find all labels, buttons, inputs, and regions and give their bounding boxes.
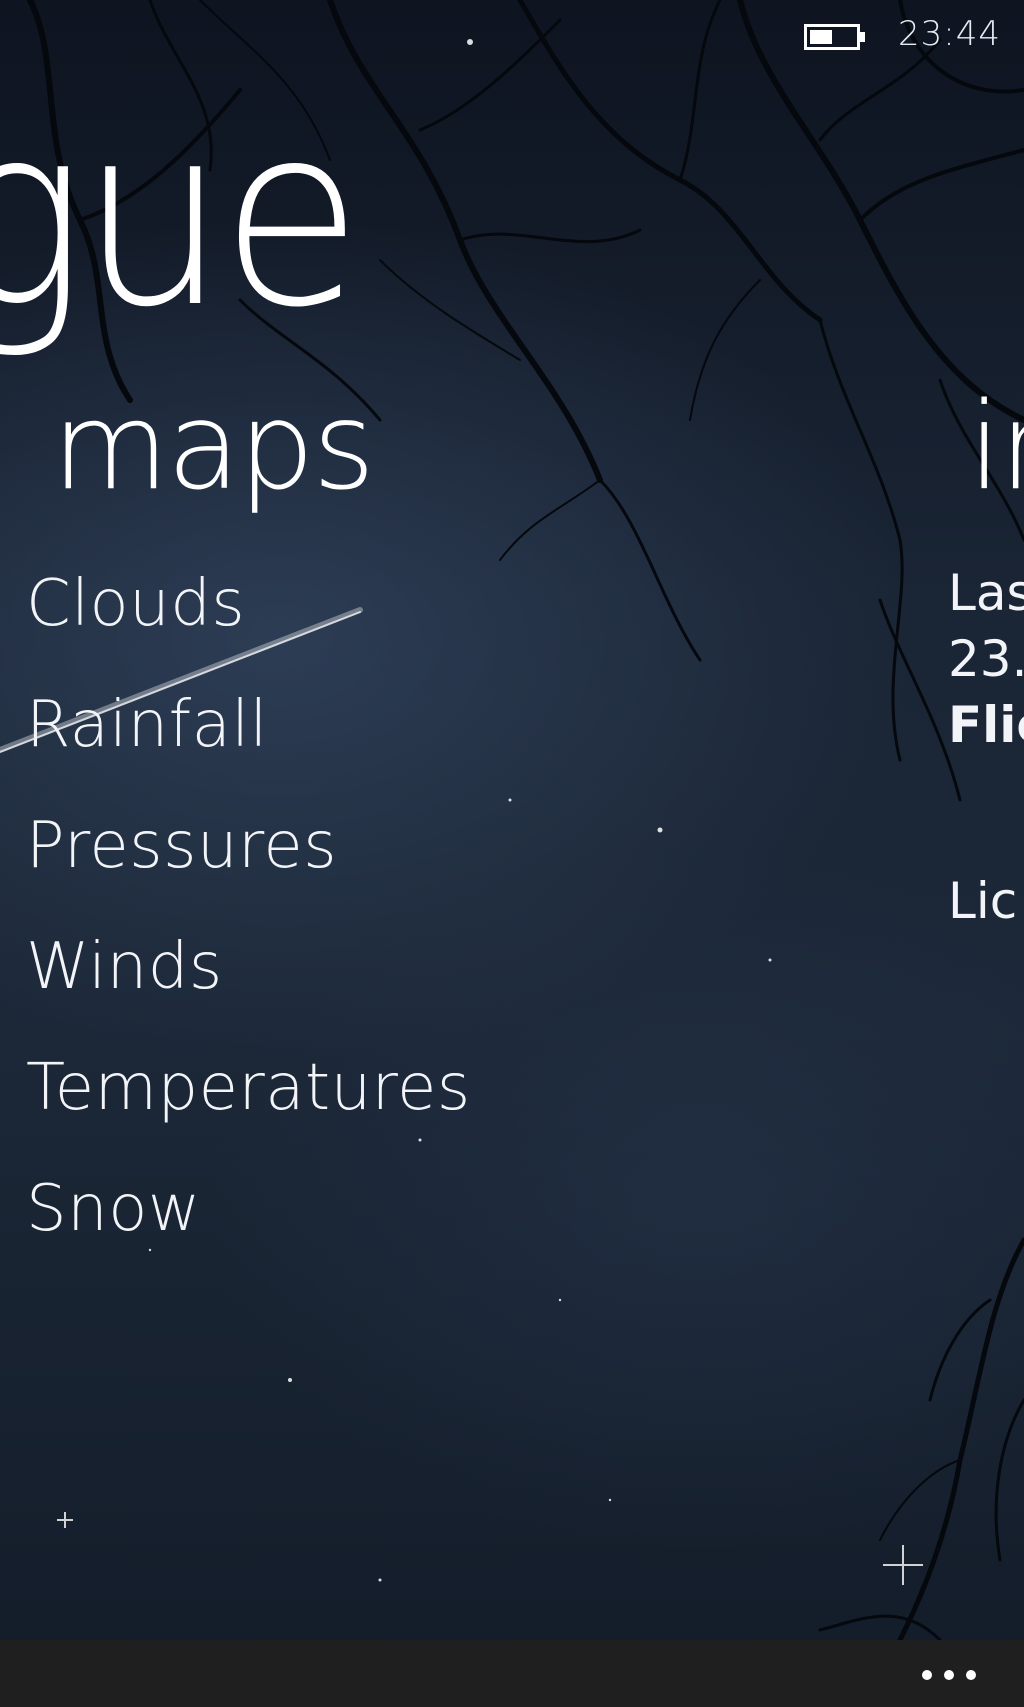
map-item-winds[interactable]: Winds [26,928,471,1049]
pivot-app-title: gue [0,71,362,362]
info-last-updated-label: Las [948,564,1024,622]
battery-icon [804,24,865,50]
map-item-pressures[interactable]: Pressures [26,807,471,928]
maps-list: Clouds Rainfall Pressures Winds Temperat… [26,565,471,1291]
pivot-header-info[interactable]: in [968,388,1024,508]
status-time: 23:44 [898,14,1001,54]
app-bar [0,1640,1024,1707]
status-bar: 23:44 [0,0,1024,70]
more-icon[interactable] [922,1670,978,1682]
info-last-updated-value: 23. [948,630,1024,688]
info-licence-link[interactable]: Lic [948,868,1024,934]
map-item-clouds[interactable]: Clouds [26,565,471,686]
map-item-snow[interactable]: Snow [26,1170,471,1291]
info-flickr-link[interactable]: Flic [948,692,1024,758]
info-panel: Las 23. Flic Lic [948,560,1024,934]
pivot-header-maps[interactable]: maps [52,388,375,508]
map-item-temperatures[interactable]: Temperatures [26,1049,471,1170]
app-screen: 23:44 gue maps in Clouds Rainfall Pressu… [0,0,1024,1707]
map-item-rainfall[interactable]: Rainfall [26,686,471,807]
